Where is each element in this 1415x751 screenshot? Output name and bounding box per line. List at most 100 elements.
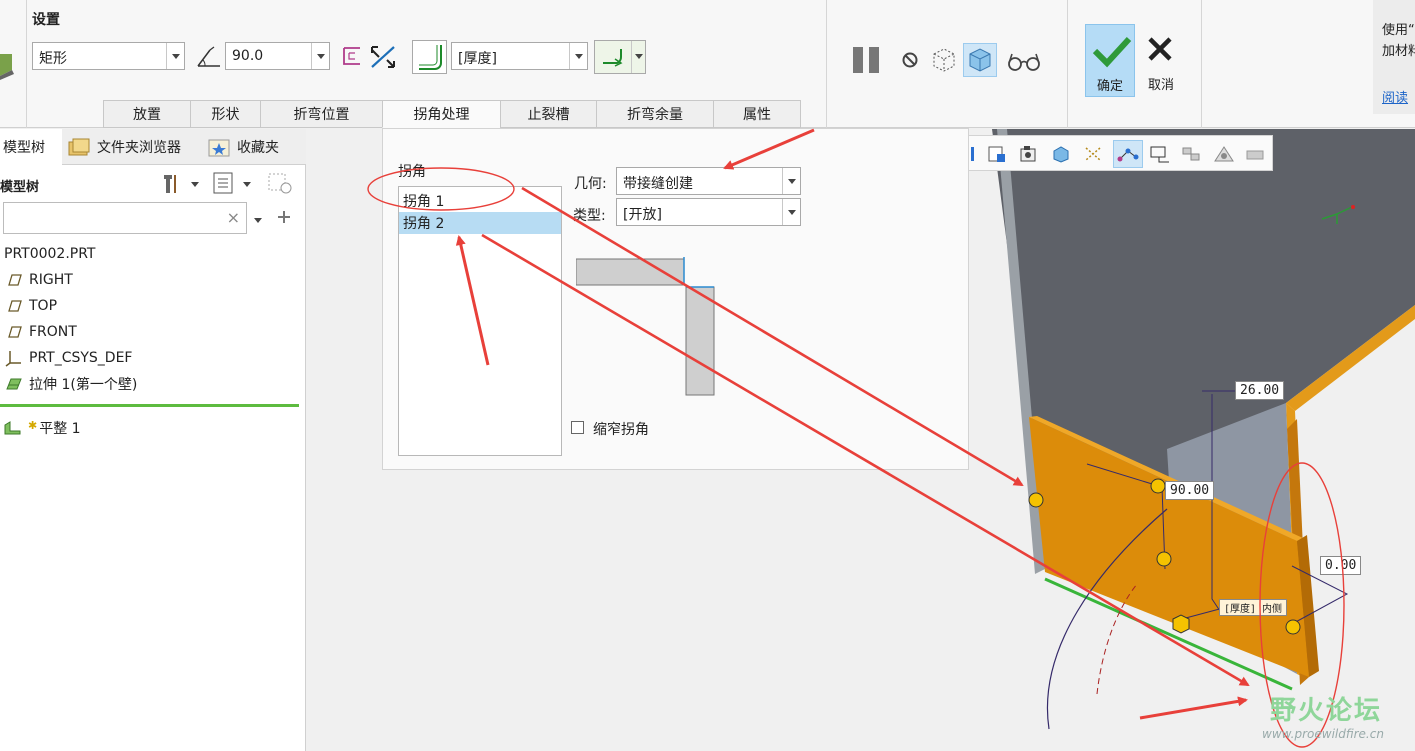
help-text-line1: 使用“ (1382, 23, 1415, 38)
datum-plane-icon (5, 323, 23, 341)
wireframe-preview-icon[interactable] (930, 46, 958, 74)
tab-model-tree-label: 模型树 (3, 140, 45, 156)
close-icon (1148, 37, 1172, 61)
filter-icon[interactable] (266, 171, 296, 195)
tab-model-tree[interactable]: 模型树 (0, 129, 62, 165)
type-select[interactable]: [开放] (616, 198, 801, 226)
tree-item-label: PRT0002.PRT (4, 246, 96, 262)
appearance-icon[interactable] (1245, 145, 1265, 163)
tree-item-label: RIGHT (29, 272, 73, 288)
help-panel: 使用“ 加材料 阅读 (1373, 0, 1415, 114)
csys-display-icon[interactable] (1149, 145, 1169, 163)
bend-side-button[interactable] (594, 40, 646, 74)
add-icon[interactable] (276, 209, 292, 225)
tree-header: 模型树 (0, 180, 40, 195)
display-style-icon[interactable] (1019, 145, 1039, 163)
thickness-select-value: [厚度] (458, 51, 497, 67)
folder-icon (68, 138, 90, 156)
cancel-button[interactable]: 取消 (1137, 24, 1185, 97)
tree-item-label: 平整 1 (39, 421, 81, 437)
tab-properties[interactable]: 属性 (713, 100, 801, 128)
spin-center-icon[interactable] (1213, 145, 1234, 163)
tab-relief[interactable]: 止裂槽 (500, 100, 596, 128)
no-preview-icon[interactable] (900, 50, 920, 70)
settings-title: 设置 (32, 12, 60, 28)
geometry-select[interactable]: 带接缝创建 (616, 167, 801, 195)
view-manager-icon[interactable] (1051, 145, 1071, 163)
tab-folder-browser-label: 文件夹浏览器 (97, 140, 181, 156)
dimension-length[interactable]: 26.00 (1235, 381, 1285, 400)
pause-icon[interactable] (851, 46, 883, 74)
tab-bend-allowance[interactable]: 折弯余量 (596, 100, 713, 128)
tab-folder-browser[interactable]: 文件夹浏览器 (66, 129, 202, 165)
tree-settings-icon[interactable] (160, 171, 200, 195)
chevron-down-icon[interactable] (166, 43, 184, 69)
saved-views-icon[interactable] (987, 145, 1007, 163)
flip-direction-icon[interactable] (369, 44, 397, 70)
csys-icon (5, 349, 23, 367)
tab-shape[interactable]: 形状 (190, 100, 260, 128)
show-list-icon[interactable] (210, 171, 258, 195)
corner-preview-diagram (576, 257, 715, 396)
geometry-label: 几何: (574, 176, 607, 192)
tab-favorites[interactable]: 收藏夹 (206, 129, 306, 165)
list-item-corner-1[interactable]: 拐角 1 (399, 190, 561, 212)
watermark-text: 野火论坛 (1270, 696, 1383, 726)
feature-tabs: 放置 形状 折弯位置 拐角处理 止裂槽 折弯余量 属性 (103, 100, 801, 128)
tree-item-right[interactable]: RIGHT (5, 269, 73, 291)
flat-wall-icon (4, 419, 22, 437)
extrude-wall-icon (5, 375, 23, 393)
point-display-icon[interactable] (1113, 140, 1143, 168)
tree-item-extrude[interactable]: 拉伸 1(第一个壁) (5, 373, 137, 395)
favorites-icon (208, 139, 230, 157)
list-item-corner-2[interactable]: 拐角 2 (399, 212, 561, 234)
model-tree-panel: 模型树 文件夹浏览器 收藏夹 模型树 × PRT0002.PRT RIGHT T… (0, 129, 306, 751)
help-read-link[interactable]: 阅读 (1382, 87, 1408, 106)
chevron-down-icon[interactable] (631, 41, 645, 73)
corner-list[interactable]: 拐角 1 拐角 2 (398, 186, 562, 456)
narrow-corner-checkbox[interactable] (571, 421, 584, 434)
tree-item-label: TOP (29, 298, 58, 314)
thickness-select[interactable]: [厚度] (451, 42, 588, 70)
ok-button-label: 确定 (1096, 79, 1123, 94)
tree-search-input[interactable]: × (3, 202, 247, 234)
glasses-icon[interactable] (1006, 50, 1042, 72)
dimension-angle[interactable]: 90.00 (1165, 481, 1215, 500)
angle-input-value: 90.0 (232, 48, 264, 64)
cancel-button-label: 取消 (1147, 78, 1174, 93)
ribbon-left-stub-icon[interactable] (0, 40, 14, 80)
datum-plane-icon (5, 271, 23, 289)
datum-display-icon[interactable] (1083, 145, 1103, 163)
geometry-select-value: 带接缝创建 (623, 176, 693, 192)
flip-side-icon[interactable] (340, 44, 364, 68)
insert-indicator (0, 404, 299, 407)
chevron-down-icon[interactable] (569, 43, 587, 69)
tree-item-part[interactable]: PRT0002.PRT (4, 243, 96, 265)
solid-preview-icon[interactable] (963, 43, 997, 77)
help-text-line2: 加材料 (1382, 44, 1415, 59)
tab-placement[interactable]: 放置 (103, 100, 190, 128)
tree-item-label: PRT_CSYS_DEF (29, 350, 133, 366)
chevron-down-icon[interactable] (311, 43, 329, 69)
ok-button[interactable]: 确定 (1085, 24, 1135, 97)
type-select-value: [开放] (623, 207, 662, 223)
dimension-thickness-side[interactable]: [厚度] 内侧 (1219, 599, 1288, 616)
tree-item-flat-wall[interactable]: ✱ 平整 1 (4, 417, 81, 439)
chevron-down-icon[interactable] (252, 213, 264, 223)
corner-treatment-panel: 拐角 拐角 1 拐角 2 几何: 带接缝创建 类型: [开放] 缩窄拐角 (382, 128, 969, 470)
tree-item-top[interactable]: TOP (5, 295, 57, 317)
new-feature-star-icon: ✱ (28, 418, 38, 432)
angle-icon (196, 44, 222, 68)
tab-bend-position[interactable]: 折弯位置 (260, 100, 382, 128)
chevron-down-icon[interactable] (782, 168, 800, 194)
tree-item-front[interactable]: FRONT (5, 321, 77, 343)
shape-select[interactable]: 矩形 (32, 42, 185, 70)
bend-thickness-button[interactable] (412, 40, 447, 74)
dimension-offset[interactable]: 0.00 (1320, 556, 1362, 575)
clear-icon[interactable]: × (227, 208, 240, 227)
tree-item-csys[interactable]: PRT_CSYS_DEF (5, 347, 132, 369)
chevron-down-icon[interactable] (782, 199, 800, 225)
angle-input[interactable]: 90.0 (225, 42, 330, 70)
annotation-display-icon[interactable] (1181, 145, 1201, 163)
tab-corner-treatment[interactable]: 拐角处理 (382, 100, 500, 128)
